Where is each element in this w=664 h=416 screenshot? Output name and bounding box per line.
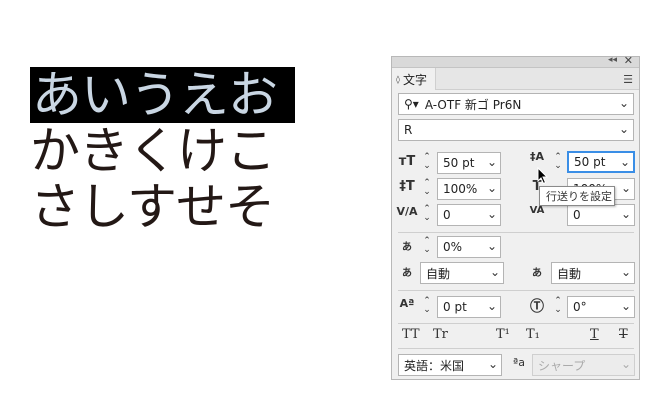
rotation-value: 0°: [573, 300, 587, 314]
artboard-text-line-2[interactable]: かきくけこ: [30, 123, 276, 179]
aki-right-value: 自動: [557, 266, 582, 281]
leading-icon: ‡A: [529, 150, 544, 163]
font-style-field[interactable]: R ⌄: [398, 119, 634, 141]
character-panel: ◂◂ ✕ ◊ 文字 ☰ ⚲▾ A-OTF 新ゴ Pr6N ⌄ R ⌄ тT ⌃ ⌄…: [391, 54, 640, 380]
font-size-icon: тT: [398, 154, 416, 169]
aki-left-field[interactable]: 自動 ⌄: [420, 262, 504, 284]
panel-menu-icon[interactable]: ☰: [623, 73, 633, 86]
chevron-down-icon[interactable]: ⌄: [487, 155, 497, 169]
all-caps-button[interactable]: TT: [402, 327, 420, 342]
tab-character[interactable]: ◊ 文字: [392, 68, 436, 90]
chevron-down-icon[interactable]: ⌄: [488, 357, 498, 371]
kerning-value: 0: [443, 208, 451, 222]
chevron-down-icon[interactable]: ⌄: [621, 299, 631, 313]
antialias-value: シャープ: [538, 358, 586, 373]
font-style-value: R: [404, 123, 413, 137]
panel-tab-bar: ◊ 文字 ☰: [392, 68, 639, 90]
chevron-down-icon[interactable]: ⌄: [487, 239, 497, 253]
subscript-button[interactable]: T₁: [526, 327, 540, 342]
chevron-down-icon[interactable]: ⌄: [487, 207, 497, 221]
underline-button[interactable]: T: [590, 327, 599, 342]
baseline-shift-icon: Aª: [399, 297, 415, 310]
font-family-field[interactable]: ⚲▾ A-OTF 新ゴ Pr6N ⌄: [398, 93, 634, 115]
rotation-field[interactable]: 0° ⌄: [567, 296, 635, 318]
chevron-down-icon[interactable]: ⌄: [487, 181, 497, 195]
font-size-stepper[interactable]: ⌃ ⌄: [420, 152, 434, 172]
tsume-field[interactable]: 0% ⌄: [437, 236, 501, 258]
chevron-down-icon[interactable]: ⌄: [619, 96, 629, 110]
superscript-button[interactable]: T¹: [496, 327, 510, 342]
artboard-text-line-3[interactable]: さしすせそ: [30, 179, 275, 235]
expand-options-icon[interactable]: ◊: [396, 75, 400, 84]
chevron-down-icon[interactable]: ⌄: [490, 265, 500, 279]
chevron-down-icon[interactable]: ⌄: [621, 357, 631, 371]
tracking-value: 0: [573, 208, 581, 222]
vertical-scale-value: 100%: [443, 182, 478, 196]
tooltip: 行送りを設定: [539, 186, 615, 206]
vertical-scale-field[interactable]: 100% ⌄: [437, 178, 501, 200]
tsume-stepper[interactable]: ⌃ ⌄: [420, 236, 434, 256]
tooltip-text: 行送りを設定: [546, 190, 612, 203]
leading-stepper[interactable]: ⌃ ⌄: [551, 152, 565, 172]
aki-left-icon: あ: [402, 268, 412, 279]
leading-value: 50 pt: [574, 155, 606, 169]
divider: [398, 232, 634, 233]
chevron-down-icon[interactable]: ⌄: [621, 207, 631, 221]
leading-field[interactable]: 50 pt ⌄: [567, 151, 635, 173]
kerning-icon: V/A: [396, 205, 418, 218]
antialias-select[interactable]: シャープ ⌄: [532, 354, 635, 376]
divider: [398, 290, 634, 291]
font-size-value: 50 pt: [443, 156, 475, 170]
selected-text[interactable]: あいうえお: [30, 67, 295, 123]
tracking-field[interactable]: 0 ⌄: [567, 204, 635, 226]
panel-title-bar[interactable]: ◂◂ ✕: [392, 54, 639, 68]
language-select[interactable]: 英語：米国 ⌄: [398, 354, 502, 376]
divider: [398, 348, 634, 349]
font-family-value: A-OTF 新ゴ Pr6N: [424, 97, 522, 112]
artboard-text-line-1[interactable]: あいうえお: [30, 67, 295, 123]
search-icon[interactable]: ⚲▾: [404, 97, 419, 111]
close-icon[interactable]: ✕: [624, 54, 633, 67]
collapse-panel-icon[interactable]: ◂◂: [608, 55, 617, 65]
divider: [398, 323, 634, 324]
vertical-scale-icon: ‡T: [399, 179, 415, 194]
baseline-shift-field[interactable]: 0 pt ⌄: [437, 296, 501, 318]
language-value: 英語：米国: [404, 358, 465, 373]
character-rotation-icon: Ⓣ: [530, 299, 544, 315]
tsume-icon: あ: [402, 242, 412, 253]
chevron-down-icon[interactable]: ⌄: [487, 299, 497, 313]
kerning-stepper[interactable]: ⌃ ⌄: [420, 204, 434, 224]
baseline-shift-stepper[interactable]: ⌃ ⌄: [420, 296, 434, 316]
aki-right-icon: あ: [532, 268, 542, 279]
strikethrough-button[interactable]: T: [619, 327, 628, 342]
font-size-field[interactable]: 50 pt ⌄: [437, 152, 501, 174]
small-caps-button[interactable]: Tr: [433, 327, 448, 342]
aki-left-value: 自動: [426, 266, 451, 281]
vertical-scale-stepper[interactable]: ⌃ ⌄: [420, 178, 434, 198]
chevron-down-icon[interactable]: ⌄: [621, 181, 631, 195]
baseline-shift-value: 0 pt: [443, 300, 467, 314]
aki-right-field[interactable]: 自動 ⌄: [551, 262, 635, 284]
mouse-cursor-icon: [537, 167, 549, 185]
chevron-down-icon[interactable]: ⌄: [621, 265, 631, 279]
tsume-value: 0%: [443, 240, 463, 254]
kerning-field[interactable]: 0 ⌄: [437, 204, 501, 226]
rotation-stepper[interactable]: ⌃ ⌄: [551, 296, 565, 316]
tab-label: 文字: [402, 72, 427, 87]
chevron-down-icon[interactable]: ⌄: [620, 155, 630, 169]
antialias-icon: ªa: [513, 356, 525, 369]
tracking-icon: VA: [529, 205, 545, 216]
chevron-down-icon[interactable]: ⌄: [619, 122, 629, 136]
